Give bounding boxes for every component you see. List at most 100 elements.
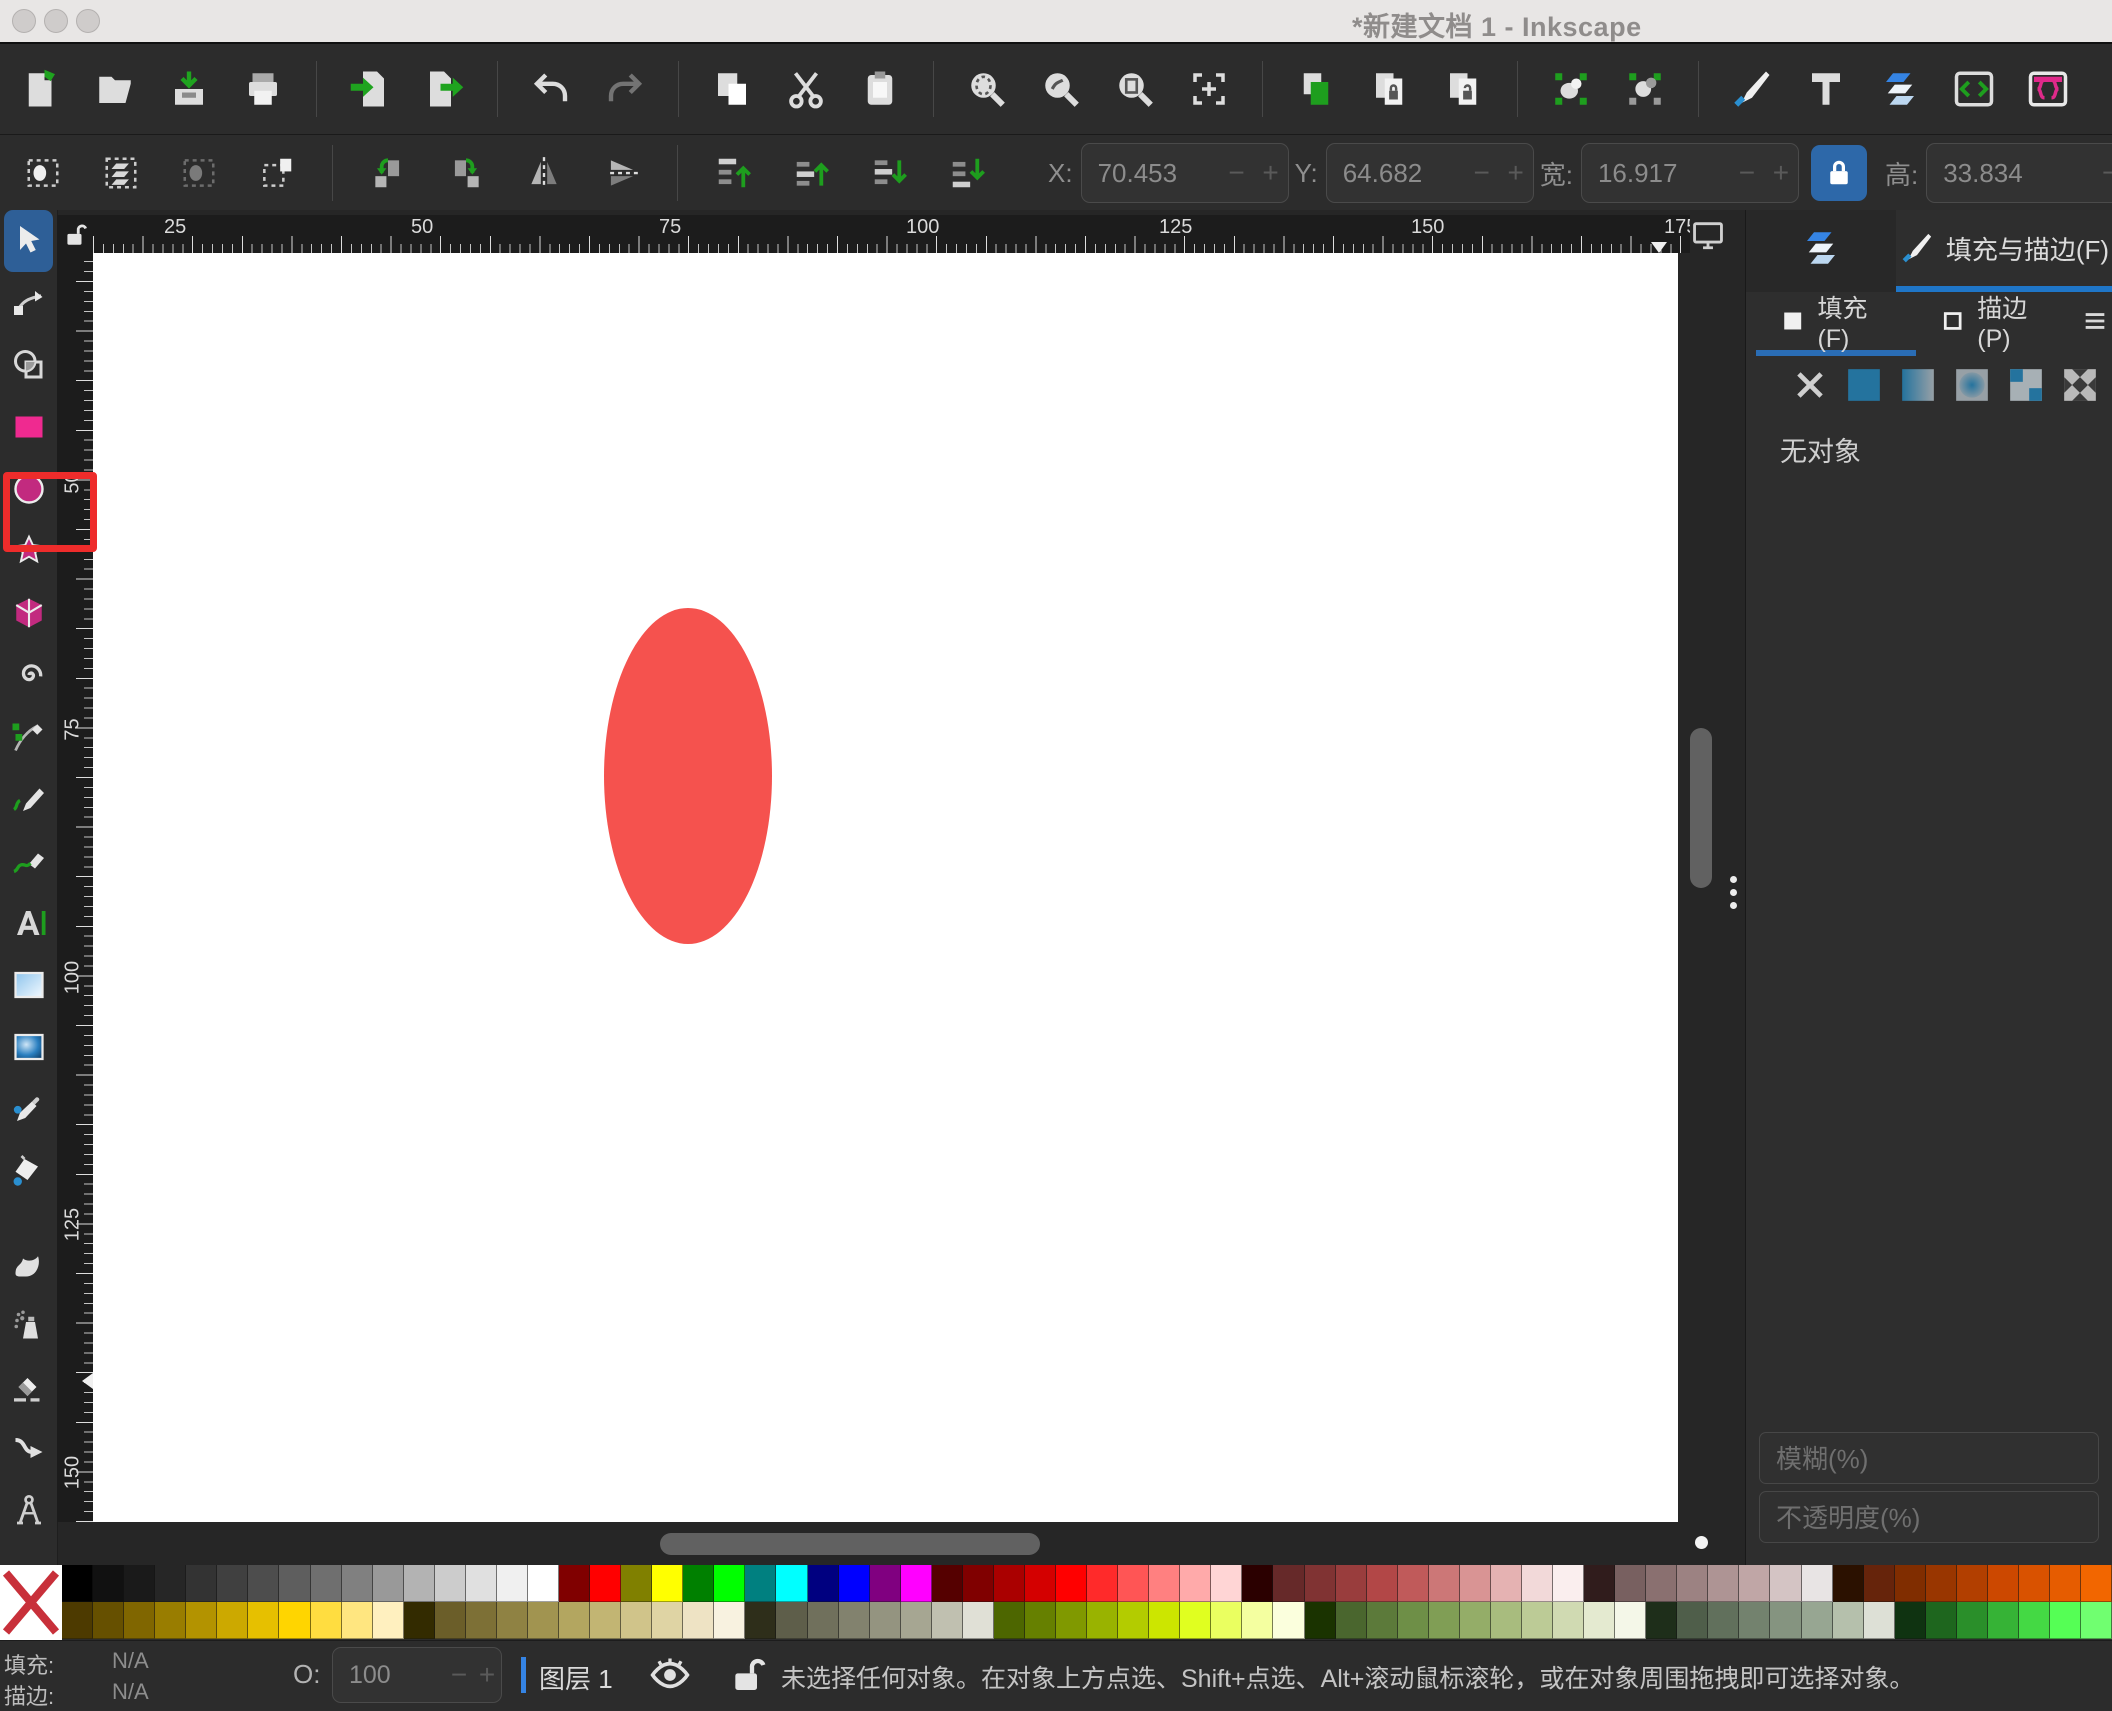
palette-swatch[interactable] (1646, 1602, 1677, 1639)
palette-swatch[interactable] (745, 1602, 776, 1639)
layer-visibility-button[interactable] (648, 1653, 692, 1697)
palette-swatch[interactable] (1336, 1602, 1367, 1639)
palette-swatch[interactable] (279, 1565, 310, 1602)
palette-swatch[interactable] (466, 1565, 497, 1602)
palette-swatch[interactable] (1118, 1565, 1149, 1602)
palette-swatch[interactable] (1460, 1602, 1491, 1639)
palette-swatch[interactable] (870, 1565, 901, 1602)
x-decrement-button[interactable]: − (1220, 157, 1254, 189)
palette-swatch[interactable] (1615, 1602, 1646, 1639)
x-field-value[interactable]: 70.453 (1082, 158, 1220, 189)
opacity-value[interactable]: 100 (333, 1661, 445, 1690)
palette-swatch[interactable] (932, 1602, 963, 1639)
save-document-button[interactable] (152, 57, 226, 121)
no-paint-button[interactable] (1790, 365, 1830, 405)
raise-to-top-button[interactable] (694, 144, 772, 202)
tab-fill-stroke-dialog[interactable]: 填充与描边(F) (1896, 210, 2112, 292)
width-increment-button[interactable]: + (1764, 157, 1798, 189)
pencil-tool[interactable] (0, 768, 57, 830)
palette-swatch[interactable] (1739, 1565, 1770, 1602)
palette-swatch[interactable] (839, 1565, 870, 1602)
height-field[interactable]: 33.834 − (1926, 143, 2112, 203)
palette-swatch[interactable] (404, 1565, 435, 1602)
copy-button[interactable] (695, 57, 769, 121)
palette-swatch[interactable] (590, 1565, 621, 1602)
palette-swatch[interactable] (1802, 1565, 1833, 1602)
palette-swatch[interactable] (1305, 1565, 1336, 1602)
opacity-spinner[interactable]: 100 − + (332, 1647, 502, 1703)
palette-swatch[interactable] (217, 1602, 248, 1639)
palette-swatch[interactable] (1957, 1565, 1988, 1602)
palette-swatch[interactable] (1398, 1565, 1429, 1602)
palette-swatch[interactable] (1273, 1565, 1304, 1602)
canvas-page[interactable] (93, 253, 1678, 1522)
palette-swatch[interactable] (1708, 1602, 1739, 1639)
connector-tool[interactable] (0, 1418, 57, 1480)
palette-swatch[interactable] (1864, 1602, 1895, 1639)
display-mode-icon[interactable] (1690, 218, 1726, 252)
palette-swatch[interactable] (808, 1602, 839, 1639)
palette-swatch[interactable] (93, 1565, 124, 1602)
palette-swatch[interactable] (1708, 1565, 1739, 1602)
y-field[interactable]: 64.682 − + (1326, 143, 1534, 203)
palette-swatch[interactable] (1242, 1565, 1273, 1602)
stroke-indicator-value[interactable]: N/A (112, 1679, 149, 1705)
palette-swatch[interactable] (559, 1565, 590, 1602)
palette-swatch[interactable] (155, 1565, 186, 1602)
palette-swatch[interactable] (1770, 1602, 1801, 1639)
height-field-value[interactable]: 33.834 (1927, 158, 2093, 189)
width-field-value[interactable]: 16.917 (1582, 158, 1730, 189)
palette-swatch[interactable] (714, 1602, 745, 1639)
palette-swatch[interactable] (1988, 1565, 2019, 1602)
zoom-to-page-button[interactable] (1098, 57, 1172, 121)
palette-swatch[interactable] (1460, 1565, 1491, 1602)
palette-swatch[interactable] (621, 1602, 652, 1639)
redo-button[interactable] (588, 57, 662, 121)
zoom-window-button[interactable] (76, 9, 100, 33)
palette-swatch[interactable] (1025, 1602, 1056, 1639)
selector-tool[interactable] (4, 210, 53, 272)
pen-tool[interactable] (0, 706, 57, 768)
palette-swatch[interactable] (248, 1565, 279, 1602)
palette-swatch[interactable] (1180, 1565, 1211, 1602)
palette-swatch[interactable] (186, 1602, 217, 1639)
palette-swatch[interactable] (311, 1602, 342, 1639)
palette-swatch[interactable] (776, 1565, 807, 1602)
undo-button[interactable] (514, 57, 588, 121)
palette-swatch[interactable] (155, 1602, 186, 1639)
palette-swatch[interactable] (1336, 1565, 1367, 1602)
palette-swatch[interactable] (373, 1602, 404, 1639)
palette-swatch[interactable] (1211, 1565, 1242, 1602)
palette-swatch[interactable] (217, 1565, 248, 1602)
palette-swatch[interactable] (1677, 1565, 1708, 1602)
open-document-button[interactable] (78, 57, 152, 121)
palette-swatch[interactable] (559, 1602, 590, 1639)
open-align-dialog-button[interactable] (2011, 57, 2085, 121)
palette-swatch[interactable] (1367, 1602, 1398, 1639)
rotate-ccw-button[interactable] (349, 144, 427, 202)
palette-swatch[interactable] (1802, 1602, 1833, 1639)
zoom-to-selection-button[interactable] (950, 57, 1024, 121)
lock-aspect-ratio-button[interactable] (1811, 145, 1867, 201)
node-editor-tool[interactable] (0, 272, 57, 334)
close-window-button[interactable] (12, 9, 36, 33)
palette-swatch[interactable] (2050, 1565, 2081, 1602)
palette-swatch[interactable] (93, 1602, 124, 1639)
opacity-field[interactable]: 不透明度(%) (1759, 1491, 2099, 1543)
text-tool[interactable] (0, 892, 57, 954)
palette-swatch[interactable] (1118, 1602, 1149, 1639)
eraser-tool[interactable] (0, 1356, 57, 1418)
palette-swatch[interactable] (1056, 1565, 1087, 1602)
palette-swatch[interactable] (1584, 1602, 1615, 1639)
palette-swatch[interactable] (1429, 1565, 1460, 1602)
palette-swatch[interactable] (621, 1565, 652, 1602)
box-3d-tool[interactable] (0, 582, 57, 644)
subtab-stroke-paint[interactable]: 描边(P) (1916, 292, 2077, 356)
measure-tool[interactable] (0, 1480, 57, 1542)
lock-guides-button[interactable] (57, 215, 93, 255)
print-button[interactable] (226, 57, 300, 121)
palette-swatch[interactable] (186, 1565, 217, 1602)
palette-swatch[interactable] (2081, 1565, 2112, 1602)
palette-swatch[interactable] (1149, 1602, 1180, 1639)
unlink-clone-button[interactable] (1427, 57, 1501, 121)
